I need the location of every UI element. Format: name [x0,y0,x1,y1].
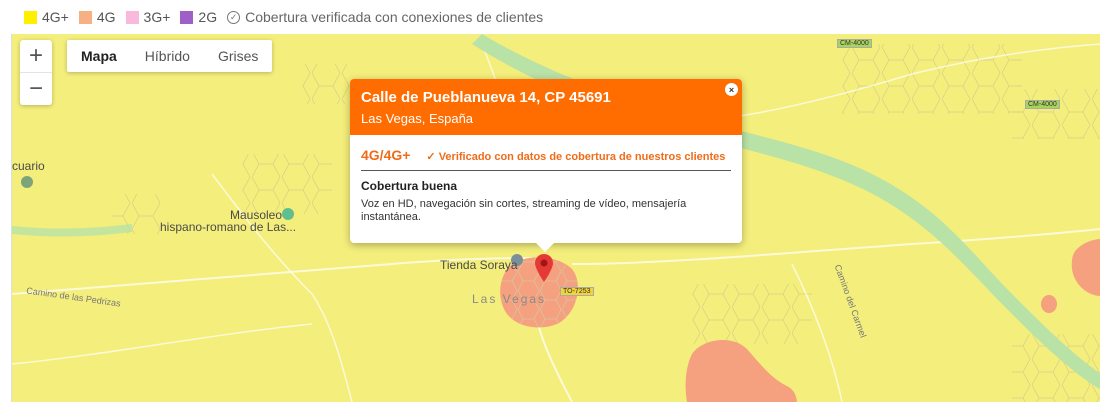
location-pin-icon[interactable] [535,254,553,282]
coverage-map[interactable]: cuario Mausoleo hispano-romano de Las...… [11,34,1100,402]
road-tag-cm-4000-b: CM-4000 [1025,100,1060,109]
road-tag-cm-4000-a: CM-4000 [837,39,872,48]
legend-swatch-4g [78,10,92,24]
legend-label-4g: 4G [96,9,116,25]
address-popup: Calle de Pueblanueva 14, CP 45691 Las Ve… [350,79,742,252]
coverage-legend: 4G+ 4G 3G+ 2G ✓ Cobertura verificada con… [0,0,1100,34]
map-label-tienda[interactable]: Tienda Soraya [440,258,518,272]
legend-item-2g: 2G [180,9,217,25]
legend-item-4g: 4G [78,9,116,25]
zoom-in-button[interactable]: + [20,40,52,72]
close-icon[interactable]: × [725,83,738,96]
legend-swatch-3g-plus [125,10,139,24]
legend-label-3g-plus: 3G+ [143,9,171,25]
legend-verified: ✓ Cobertura verificada con conexiones de… [227,9,543,25]
legend-item-4g-plus: 4G+ [24,9,69,25]
map-type-mapa[interactable]: Mapa [67,40,131,72]
coverage-quality: Cobertura buena [361,179,458,193]
legend-swatch-2g [180,10,194,24]
legend-verified-label: Cobertura verificada con conexiones de c… [245,9,544,25]
zoom-out-button[interactable]: − [20,72,52,105]
legend-label-4g-plus: 4G+ [42,9,69,25]
map-label-poi-left[interactable]: cuario [12,159,45,173]
check-circle-icon: ✓ [227,10,241,24]
popup-tech-row: 4G/4G+ ✓ Verificado con datos de cobertu… [350,135,742,163]
zoom-control: + − [20,40,52,105]
map-type-switch: Mapa Híbrido Grises [67,40,273,72]
map-label-town: Las Vegas [472,292,547,306]
legend-label-2g: 2G [198,9,218,25]
verified-note: ✓ Verificado con datos de cobertura de n… [426,151,726,163]
coverage-technology: 4G/4G+ [361,147,411,163]
legend-item-3g-plus: 3G+ [125,9,171,25]
popup-title: Calle de Pueblanueva 14, CP 45691 [361,89,611,106]
map-type-grises[interactable]: Grises [204,40,272,72]
coverage-description: Voz en HD, navegación sin cortes, stream… [361,198,687,223]
popup-subtitle: Las Vegas, España [361,111,474,126]
popup-header: Calle de Pueblanueva 14, CP 45691 Las Ve… [350,79,742,135]
legend-swatch-4g-plus [24,10,37,24]
popup-tip [536,243,554,252]
map-type-hibrido[interactable]: Híbrido [131,40,204,72]
map-label-mausoleo-2[interactable]: hispano-romano de Las... [160,220,296,234]
road-tag-to-7253: TO-7253 [560,287,594,296]
